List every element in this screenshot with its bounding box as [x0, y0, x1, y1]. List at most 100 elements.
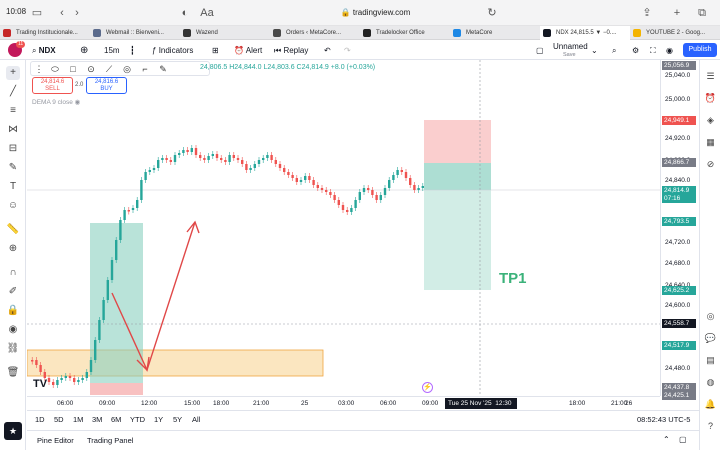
search-icon[interactable]: ⌕	[612, 44, 616, 57]
line-icon[interactable]: ⟋	[103, 63, 115, 75]
price-axis[interactable]: 25,040.025,000.024,960.024,920.024,880.0…	[660, 60, 699, 400]
layout-save[interactable]: Save	[563, 52, 576, 58]
snapshot-icon[interactable]: ◉	[666, 44, 673, 57]
symbol-search[interactable]: ⌕ NDX	[32, 44, 56, 57]
target-shape-icon[interactable]: ◎	[121, 63, 133, 75]
short-position-entry[interactable]	[424, 163, 491, 190]
watchlist-icon[interactable]: ☰	[704, 70, 717, 83]
tradingview-logo[interactable]: TV	[33, 378, 47, 390]
pattern-icon[interactable]: ⋈	[6, 123, 20, 137]
share-icon[interactable]: ⇪	[640, 6, 654, 20]
tabs-overview-icon[interactable]: ⧉	[695, 6, 709, 20]
range-button[interactable]: All	[192, 415, 200, 424]
ruler-icon[interactable]: 📏	[6, 223, 20, 237]
compare-icon[interactable]: ⊕	[80, 44, 88, 57]
collapse-panel-icon[interactable]: ⌃	[663, 435, 670, 444]
range-button[interactable]: 1Y	[154, 415, 163, 424]
browser-tab[interactable]: MetaCore	[450, 26, 540, 40]
short-position-stop[interactable]	[424, 120, 491, 163]
fib-icon[interactable]: ≡	[6, 104, 20, 118]
text-size-icon[interactable]: Aa	[200, 6, 214, 20]
zoom-icon[interactable]: ⊕	[6, 242, 20, 256]
buy-button[interactable]: 24,816.6 BUY	[86, 77, 127, 94]
interval-select[interactable]: 15m	[104, 44, 120, 57]
path-icon[interactable]: ⌐	[139, 63, 151, 75]
long-position-loss[interactable]	[90, 383, 143, 395]
browser-tab[interactable]: Tradelocker Office	[360, 26, 450, 40]
chart-type-icon[interactable]: ┇	[130, 44, 135, 57]
alert-button[interactable]: ⏰ Alert	[234, 44, 262, 57]
clock[interactable]: 08:52:43 UTC-5	[637, 415, 690, 424]
target-icon[interactable]: ◎	[704, 310, 717, 323]
indicators-button[interactable]: ƒ Indicators	[152, 44, 193, 57]
event-icon[interactable]: ⚡	[422, 382, 433, 393]
privacy-icon[interactable]: ◐	[178, 6, 192, 20]
indicator-legend[interactable]: DEMA 9 close ◉	[32, 98, 80, 106]
magnet-icon[interactable]: ∩	[6, 266, 20, 280]
emoji-icon[interactable]: ☺	[6, 199, 20, 213]
browser-tab[interactable]: Webmail :: Bienveni...	[90, 26, 180, 40]
range-button[interactable]: YTD	[130, 415, 145, 424]
range-button[interactable]: 3M	[92, 415, 102, 424]
layers-icon[interactable]: ◈	[704, 114, 717, 127]
forward-icon[interactable]: ›	[70, 6, 84, 20]
visibility-icon[interactable]: ◉	[75, 99, 81, 106]
eye-icon[interactable]: ◉	[6, 323, 20, 337]
reload-icon[interactable]: ↻	[485, 6, 499, 20]
ellipse-icon[interactable]: ⬭	[49, 63, 61, 75]
stay-drawing-icon[interactable]: ✐	[6, 285, 20, 299]
address-bar[interactable]: 🔒 tradingview.com	[248, 4, 503, 22]
templates-icon[interactable]: ⊞	[212, 44, 219, 57]
notifications-icon[interactable]: 🔔	[704, 398, 717, 411]
crosshair-icon[interactable]: +	[6, 66, 20, 80]
browser-tab[interactable]: Trading Institucionale...	[0, 26, 90, 40]
drag-handle-icon[interactable]: ⋮	[33, 63, 45, 75]
calendar-events-icon[interactable]: ⊘	[704, 158, 717, 171]
new-tab-icon[interactable]: +	[670, 6, 684, 20]
brush-icon[interactable]: ✎	[6, 161, 20, 175]
layout-icon[interactable]: ▢	[536, 44, 544, 57]
alerts-icon[interactable]: ⏰	[704, 92, 717, 105]
browser-tab[interactable]: NDX 24,815.5 ▼ −0....	[540, 26, 630, 40]
layout-name[interactable]: Unnamed	[553, 42, 588, 51]
help-icon[interactable]: ?	[704, 420, 717, 433]
demand-zone[interactable]	[27, 349, 324, 377]
pencil-icon[interactable]: ✎	[157, 63, 169, 75]
pine-editor-tab[interactable]: Pine Editor	[37, 436, 74, 445]
trendline-icon[interactable]: ╱	[6, 85, 20, 99]
rectangle-icon[interactable]: □	[67, 63, 79, 75]
range-button[interactable]: 6M	[111, 415, 121, 424]
maximize-panel-icon[interactable]: ▢	[679, 435, 687, 444]
hotlist-icon[interactable]: ▦	[704, 136, 717, 149]
cycle-icon[interactable]: ⊙	[85, 63, 97, 75]
short-position-target[interactable]	[424, 190, 491, 290]
calendar-icon[interactable]: ▤	[704, 354, 717, 367]
broadcast-icon[interactable]: ◍	[704, 376, 717, 389]
undo-icon[interactable]: ↶	[324, 44, 331, 57]
range-button[interactable]: 5Y	[173, 415, 182, 424]
sidebar-icon[interactable]: ▭	[30, 6, 44, 20]
browser-tab[interactable]: Wazend	[180, 26, 270, 40]
chat-icon[interactable]: 💬	[704, 332, 717, 345]
sell-button[interactable]: 24,814.6 SELL	[32, 77, 73, 94]
browser-tab[interactable]: YOUTUBE 2 - Goog...	[630, 26, 720, 40]
lock-icon[interactable]: 🔒	[6, 304, 20, 318]
tp-label[interactable]: TP1	[499, 270, 527, 287]
chart-pane[interactable]: TP1 TV ⚡	[27, 60, 660, 396]
redo-icon[interactable]: ↷	[344, 44, 351, 57]
chart-canvas[interactable]	[27, 60, 660, 396]
layout-dropdown-icon[interactable]: ⌄	[591, 44, 598, 57]
trash-icon[interactable]: 🗑	[6, 366, 20, 380]
browser-tab[interactable]: Orders ‹ MetaCore...	[270, 26, 360, 40]
trading-panel-tab[interactable]: Trading Panel	[87, 436, 133, 445]
fullscreen-icon[interactable]: ⛶	[650, 44, 656, 57]
forecast-icon[interactable]: ⊟	[6, 142, 20, 156]
ideas-icon[interactable]: ★	[4, 422, 22, 440]
text-icon[interactable]: T	[6, 180, 20, 194]
settings-icon[interactable]: ⚙	[632, 44, 639, 57]
replay-button[interactable]: ⏮ Replay	[274, 44, 308, 57]
link-icon[interactable]: ⛓	[6, 342, 20, 356]
time-axis[interactable]: Tue 25 Nov '25 12:30 06:00 09:00 12:00 15:0…	[27, 396, 660, 410]
range-button[interactable]: 1M	[73, 415, 83, 424]
range-button[interactable]: 1D	[35, 415, 45, 424]
